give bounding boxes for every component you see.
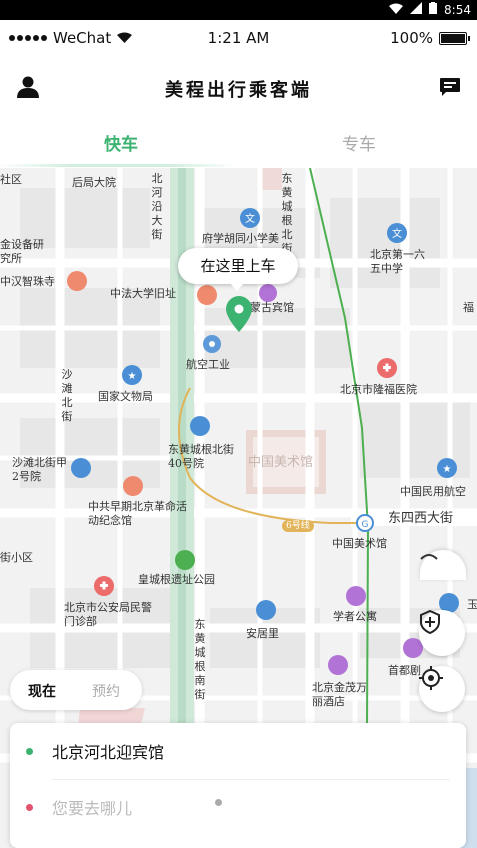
destination-row[interactable]: 您要去哪儿 xyxy=(10,779,466,835)
map-label: 街小区 xyxy=(0,551,33,564)
map-label: 福 xyxy=(463,301,474,314)
message-icon[interactable] xyxy=(439,77,461,97)
map-label: 东四西大街 xyxy=(388,511,454,526)
map-label: 中国美术馆 xyxy=(248,455,314,470)
hotel-icon xyxy=(328,655,348,675)
ios-status-bar: WeChat 1:21 AM 100% xyxy=(0,20,477,56)
map-label: 沙滩北街 xyxy=(61,368,73,423)
destination-input[interactable]: 您要去哪儿 xyxy=(52,795,132,819)
android-status-bar: 8:54 xyxy=(0,0,477,20)
map-label: 府学胡同小学美 xyxy=(202,232,279,245)
reserve-option[interactable]: 预约 xyxy=(92,681,120,701)
svg-text:G: G xyxy=(362,520,369,530)
map-label: 首都剧 xyxy=(388,664,421,677)
building-icon xyxy=(256,600,276,620)
tab-express[interactable]: 快车 xyxy=(104,130,138,155)
school-icon: 文 xyxy=(387,223,407,243)
star-icon: ★ xyxy=(437,458,457,478)
service-tabs: 快车 专车 xyxy=(0,120,477,168)
battery-icon xyxy=(429,2,438,17)
locate-button[interactable] xyxy=(419,666,465,712)
location-pin-icon[interactable] xyxy=(226,296,252,332)
wifi-icon xyxy=(389,3,404,17)
map-label: 皇城根遗址公园 xyxy=(138,573,215,586)
map-label: 中共早期北京革命活动纪念馆 xyxy=(88,500,187,527)
map-label: 中法大学旧址 xyxy=(110,287,176,300)
building-icon xyxy=(71,458,91,478)
svg-text:文: 文 xyxy=(392,227,402,240)
page-title: 美程出行乘客端 xyxy=(165,80,312,101)
map-label: 中国美术馆 xyxy=(332,537,387,550)
svg-text:★: ★ xyxy=(443,464,452,475)
map-view[interactable]: 文 文 ★ ★ G 社区 后局大院 北河沿大街 东黄城根北街 府学胡同小学美 北… xyxy=(0,168,477,848)
map-label: 航空工业 xyxy=(186,358,230,371)
map-label: 中国民用航空 xyxy=(400,485,466,498)
hospital-icon xyxy=(377,358,397,378)
now-option[interactable]: 现在 xyxy=(28,681,56,701)
pickup-location: 北京河北迎宾馆 xyxy=(52,743,165,762)
school-icon: 文 xyxy=(240,208,260,228)
map-label: 安居里 xyxy=(246,627,279,640)
pickup-dot-icon xyxy=(26,748,33,755)
museum-icon xyxy=(123,476,143,496)
chevron-up-icon xyxy=(420,554,438,560)
pickup-callout: 在这里上车 xyxy=(178,248,298,291)
app-header: 美程出行乘客端 xyxy=(0,56,477,120)
map-label: 沙滩北街甲2号院 xyxy=(12,456,67,483)
map-label: 北河沿大街 xyxy=(151,172,163,241)
signal-icon xyxy=(410,2,423,17)
trip-card: 北京河北迎宾馆 您要去哪儿 xyxy=(10,723,466,848)
active-tab-indicator xyxy=(0,164,238,167)
crosshair-icon xyxy=(419,666,443,690)
map-label: 北京市公安局民警门诊部 xyxy=(64,601,152,628)
map-label: 社区 xyxy=(0,173,22,186)
map-label: 学者公寓 xyxy=(333,610,377,623)
android-time: 8:54 xyxy=(444,2,471,17)
hospital-icon xyxy=(94,576,114,596)
destination-dot-icon xyxy=(26,804,33,811)
safety-button[interactable] xyxy=(419,610,465,656)
park-icon xyxy=(175,550,195,570)
map-label: 金设备研究所 xyxy=(0,238,44,265)
temple-icon xyxy=(197,285,217,305)
map-label: 国家文物局 xyxy=(98,390,153,403)
map-label: 北京市隆福医院 xyxy=(340,383,417,396)
star-icon: ★ xyxy=(122,365,142,385)
map-label: 后局大院 xyxy=(72,176,116,189)
metro-icon: G xyxy=(356,514,374,532)
metro-line-badge: 6号线 xyxy=(282,520,314,532)
booking-time-toggle: 现在 预约 xyxy=(10,670,142,710)
tab-premium[interactable]: 专车 xyxy=(342,130,376,155)
pickup-row[interactable]: 北京河北迎宾馆 xyxy=(10,723,466,780)
map-label: 中汉智珠寺 xyxy=(0,275,55,288)
map-label: 北京第一六五中学 xyxy=(370,248,425,275)
shield-icon xyxy=(420,610,440,634)
map-label: 玉 xyxy=(467,598,477,611)
svg-text:文: 文 xyxy=(245,212,255,225)
map-label: 东黄城根南街 xyxy=(194,618,206,701)
battery-icon xyxy=(439,31,470,45)
svg-text:★: ★ xyxy=(128,371,137,382)
hotel-icon xyxy=(259,284,277,302)
map-label: 东黄城根北街 xyxy=(281,172,293,255)
temple-icon xyxy=(67,271,87,291)
loading-dot-icon xyxy=(215,799,222,806)
battery-percent: 100% xyxy=(390,29,433,47)
map-label: 蒙古宾馆 xyxy=(250,301,294,314)
hotel-icon xyxy=(346,586,366,606)
building-icon xyxy=(190,416,210,436)
map-label: 东黄城根北街40号院 xyxy=(168,443,234,470)
map-label: 北京金茂万丽酒店 xyxy=(312,681,367,708)
poi-dot-icon xyxy=(203,335,221,353)
